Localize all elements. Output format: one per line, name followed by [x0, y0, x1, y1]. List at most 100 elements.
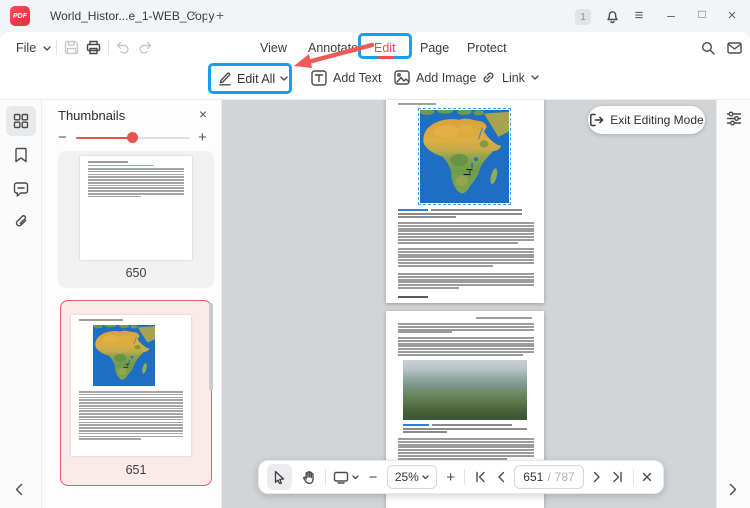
main-menu-icon[interactable]: ≡ — [629, 7, 649, 24]
undo-icon[interactable] — [115, 41, 130, 54]
page-view-icon — [333, 471, 348, 484]
expand-right-panel-button[interactable] — [729, 483, 737, 496]
link-button[interactable]: Link — [481, 70, 539, 85]
window-close-button[interactable]: × — [722, 7, 742, 24]
menu-page[interactable]: Page — [420, 41, 449, 55]
selected-image-frame[interactable] — [418, 108, 511, 205]
save-icon[interactable] — [64, 40, 79, 55]
zoom-level-value: 25% — [394, 470, 419, 484]
next-page-button[interactable] — [590, 464, 604, 490]
menu-file[interactable]: File — [16, 41, 36, 55]
right-rail — [716, 100, 750, 508]
notification-badge[interactable]: 1 — [575, 9, 591, 25]
viewer-toolbar: − 25% + 651 / 787 — [258, 460, 664, 494]
comments-panel-button[interactable] — [6, 174, 36, 204]
edit-all-label: Edit All — [237, 71, 276, 86]
chevron-down-icon — [422, 474, 429, 479]
toolbar-divider — [632, 469, 634, 485]
first-page-icon — [475, 471, 485, 483]
add-text-label: Add Text — [333, 71, 382, 85]
chevron-left-icon — [498, 471, 505, 483]
africa-map-image[interactable] — [420, 110, 509, 203]
thumbnails-panel-title: Thumbnails — [58, 108, 126, 123]
current-page: 651 — [523, 470, 544, 484]
tab-divider — [207, 9, 208, 23]
edit-all-button[interactable]: Edit All — [208, 63, 292, 94]
first-page-button[interactable] — [471, 464, 488, 490]
menubar-divider — [56, 40, 57, 55]
redo-icon[interactable] — [138, 41, 153, 54]
landscape-photo[interactable] — [403, 360, 527, 420]
bookmark-icon — [15, 147, 27, 163]
collapse-left-panel-button[interactable] — [15, 483, 23, 496]
zoom-in-button[interactable]: + — [443, 464, 458, 490]
add-image-button[interactable]: Add Image — [394, 70, 476, 85]
menu-protect[interactable]: Protect — [467, 41, 507, 55]
paperclip-icon — [15, 215, 26, 227]
thumbnail-zoom-out[interactable]: − — [58, 129, 67, 146]
thumbnails-scrollbar[interactable] — [209, 303, 213, 391]
new-tab-button[interactable]: + — [210, 7, 230, 23]
image-icon — [394, 70, 410, 85]
slider-fill — [76, 137, 132, 139]
tab-close-icon[interactable]: × — [184, 7, 204, 21]
zoom-level-select[interactable]: 25% — [386, 465, 437, 489]
thumbnail-page-651[interactable]: 651 — [60, 300, 212, 486]
menu-edit[interactable]: Edit — [374, 41, 396, 55]
text-tool-icon — [311, 70, 327, 86]
link-label: Link — [502, 70, 525, 85]
chevron-right-icon — [593, 471, 600, 483]
grid-icon — [13, 113, 29, 129]
menu-view[interactable]: View — [260, 41, 287, 55]
cursor-icon — [274, 470, 285, 484]
close-viewer-toolbar-button[interactable] — [640, 464, 655, 490]
print-icon[interactable] — [86, 40, 101, 55]
thumbnail-650-page — [80, 156, 192, 260]
attachments-panel-button[interactable] — [6, 207, 36, 237]
bookmarks-panel-button[interactable] — [6, 140, 36, 170]
thumbnail-page-650[interactable]: 650 — [58, 151, 214, 288]
title-bar: PDF World_Histor...e_1-WEB_Copy × + 1 ≡ … — [0, 0, 750, 32]
last-page-button[interactable] — [609, 464, 626, 490]
africa-map-thumbnail — [93, 325, 155, 386]
edit-menu-underline — [377, 56, 394, 59]
select-tool-button[interactable] — [267, 464, 293, 490]
bell-icon[interactable] — [605, 9, 620, 24]
chevron-right-icon — [729, 483, 737, 496]
thumbnail-zoom-in[interactable]: + — [198, 129, 207, 146]
thumbnail-651-page — [71, 315, 191, 456]
chevron-down-icon — [531, 75, 539, 80]
page-display-mode-button[interactable] — [332, 464, 359, 490]
menubar-divider — [108, 40, 109, 55]
previous-page-button[interactable] — [495, 464, 509, 490]
hand-icon — [302, 470, 314, 484]
exit-editing-mode-button[interactable]: Exit Editing Mode — [588, 106, 705, 134]
zoom-out-button[interactable]: − — [365, 464, 380, 490]
page-number-input[interactable]: 651 / 787 — [514, 465, 584, 489]
thumbnails-panel-button[interactable] — [6, 106, 36, 136]
mail-icon[interactable] — [727, 42, 742, 54]
settings-sliders-icon[interactable] — [726, 110, 742, 126]
thumbnail-650-label: 650 — [125, 266, 147, 280]
minimize-button[interactable]: – — [661, 7, 681, 23]
search-icon[interactable] — [701, 41, 715, 55]
slider-knob[interactable] — [127, 132, 138, 143]
document-canvas — [222, 100, 716, 508]
hand-tool-button[interactable] — [298, 464, 319, 490]
maximize-button[interactable]: □ — [692, 7, 712, 21]
file-chevron-icon — [43, 46, 51, 51]
pencil-icon — [218, 71, 232, 86]
menu-annotate[interactable]: Annotate — [308, 41, 358, 55]
comment-icon — [13, 182, 29, 197]
panel-close-icon[interactable]: × — [199, 106, 207, 122]
exit-icon — [590, 113, 604, 127]
link-icon — [481, 70, 496, 85]
thumbnail-651-label: 651 — [125, 463, 147, 477]
chevron-down-icon — [280, 76, 288, 81]
app-logo-icon: PDF — [10, 6, 30, 26]
pdf-page-651[interactable] — [386, 100, 544, 303]
exit-editing-label: Exit Editing Mode — [610, 113, 704, 127]
add-text-button[interactable]: Add Text — [311, 70, 381, 86]
last-page-icon — [613, 471, 623, 483]
chevron-down-icon — [352, 474, 359, 479]
